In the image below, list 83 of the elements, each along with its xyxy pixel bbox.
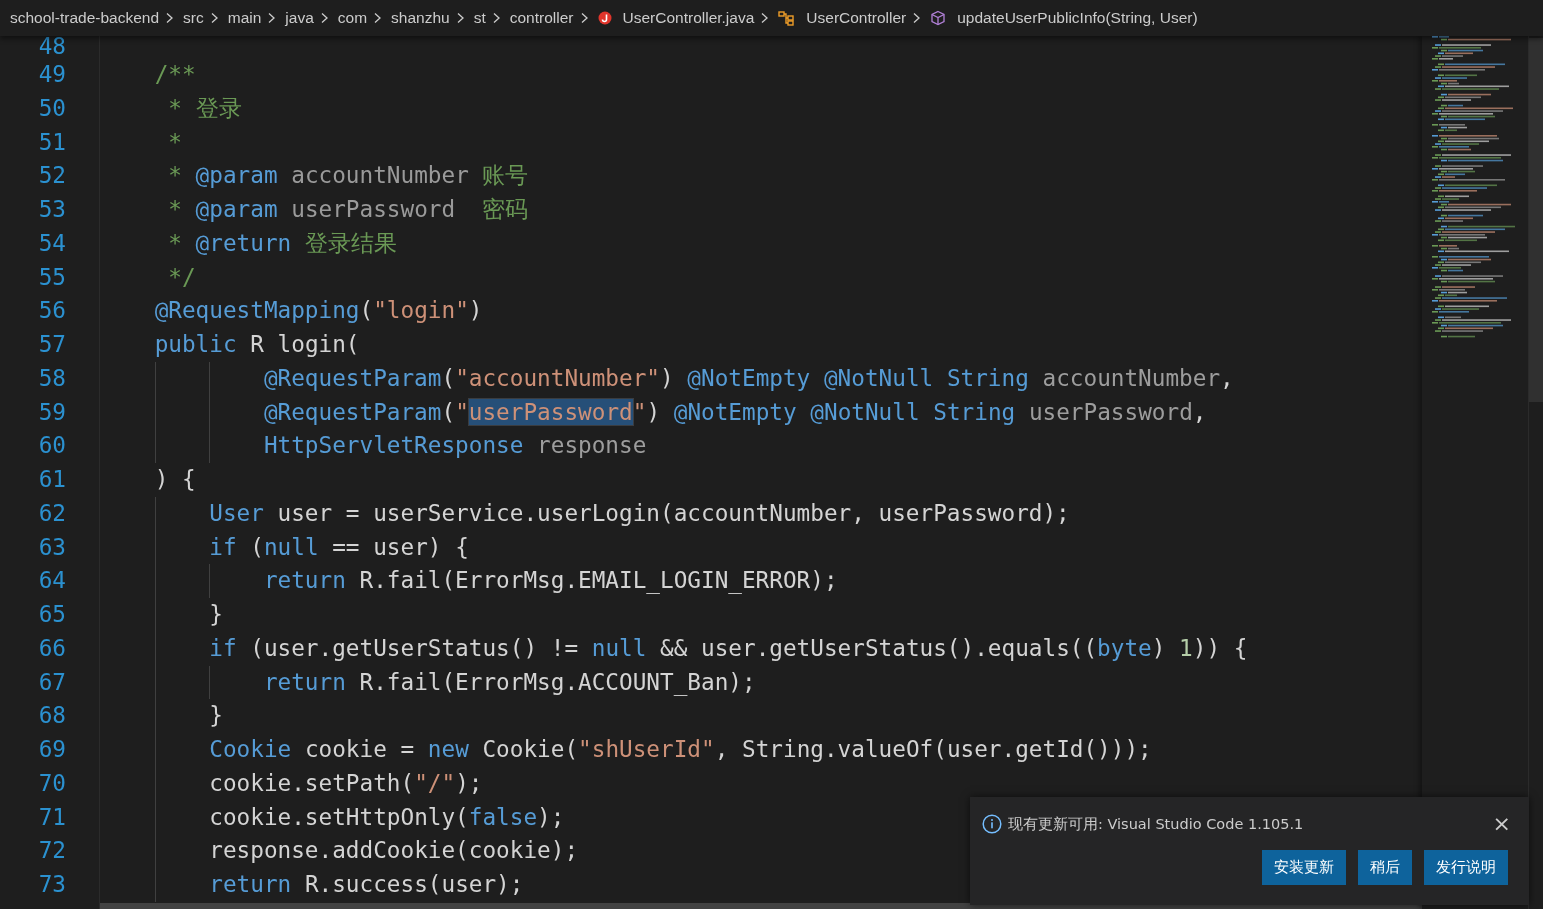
chevron-icon xyxy=(760,12,770,24)
code-line: public R login( xyxy=(154,330,360,359)
chevron-icon xyxy=(319,12,329,24)
code-line: response.addCookie(cookie); xyxy=(209,836,579,866)
scrollbar-thumb[interactable] xyxy=(1529,38,1543,402)
notification-button[interactable]: 稍后 xyxy=(1358,850,1412,885)
line-number: 56 xyxy=(38,297,66,324)
cube-icon xyxy=(930,10,947,26)
code-comment: * 登录 xyxy=(167,93,242,123)
chevron-icon xyxy=(209,12,219,24)
notification-button[interactable]: 安装更新 xyxy=(1262,850,1346,885)
code-line: return R.success(user); xyxy=(209,870,524,899)
chevron-icon xyxy=(373,12,383,24)
code-comment: */ xyxy=(167,262,196,292)
line-number: 67 xyxy=(38,668,66,695)
code-line: ) { xyxy=(154,465,196,494)
line-number: 70 xyxy=(38,769,66,796)
line-number: 62 xyxy=(38,499,66,526)
minimap-drawing[interactable] xyxy=(1432,36,1515,338)
line-number: 63 xyxy=(38,533,66,560)
line-number: 65 xyxy=(38,601,66,627)
breadcrumb-item[interactable]: UserController xyxy=(806,9,907,27)
notification-message: 现有更新可用: Visual Studio Code 1.105.1 xyxy=(1008,814,1305,834)
code-line: cookie.setHttpOnly(false); xyxy=(209,802,565,832)
line-number: 68 xyxy=(38,702,66,729)
breadcrumb-item[interactable]: UserController.java xyxy=(622,9,755,27)
line-number: 57 xyxy=(38,331,66,357)
breadcrumb-item[interactable]: school-trade-backend xyxy=(10,9,160,27)
line-number: 48 xyxy=(38,36,66,59)
code-line: @RequestParam("accountNumber") @NotEmpty @NotNull String accountNumber, xyxy=(263,363,1234,393)
code-line: User user = userService.userLogin(accountNumber, userPassword); xyxy=(209,498,1070,528)
code-comment: /** xyxy=(154,60,196,89)
code-line: } xyxy=(209,701,223,731)
breadcrumb-item[interactable]: st xyxy=(473,9,486,27)
line-number: 59 xyxy=(38,398,66,425)
breadcrumb-item[interactable]: controller xyxy=(509,9,574,27)
breadcrumb-item[interactable]: main xyxy=(227,9,262,27)
line-number: 66 xyxy=(38,634,66,661)
code-line: } xyxy=(209,600,223,629)
chevron-icon xyxy=(165,12,175,24)
code-line: cookie.setPath("/"); xyxy=(209,768,483,798)
info-icon xyxy=(982,814,1002,834)
code-comment: * @param userPassword 密码 xyxy=(167,195,529,224)
line-number: 58 xyxy=(38,364,66,391)
line-number: 61 xyxy=(38,466,66,492)
line-number: 73 xyxy=(38,871,66,897)
line-number: 52 xyxy=(38,162,66,189)
code-line: Cookie cookie = new Cookie("shUserId", String.valueOf(user.getId())); xyxy=(209,735,1152,764)
breadcrumb-item[interactable]: java xyxy=(285,9,314,27)
line-number: 54 xyxy=(38,229,66,256)
code-comment: * @param accountNumber 账号 xyxy=(167,161,529,191)
code-line: @RequestMapping("login") xyxy=(154,296,483,326)
line-number: 60 xyxy=(38,432,66,459)
chevron-icon xyxy=(912,12,922,24)
java-file-icon xyxy=(597,11,612,25)
chevron-icon xyxy=(455,12,465,24)
code-line: return R.fail(ErrorMsg.ACCOUNT_Ban); xyxy=(263,667,756,698)
line-number: 50 xyxy=(38,94,66,121)
class-icon xyxy=(778,10,796,26)
breadcrumb-item[interactable]: updateUserPublicInfo(String, User) xyxy=(957,9,1198,27)
code-line: HttpServletResponse response xyxy=(263,431,647,461)
breadcrumb-item[interactable]: src xyxy=(183,9,204,27)
breadcrumb-item[interactable]: shanzhu xyxy=(391,9,450,27)
line-number: 49 xyxy=(38,61,66,87)
line-number: 64 xyxy=(38,567,66,594)
chevron-icon xyxy=(579,12,589,24)
code-line: return R.fail(ErrorMsg.EMAIL_LOGIN_ERROR); xyxy=(263,566,838,596)
line-number: 71 xyxy=(38,803,66,830)
line-number: 72 xyxy=(38,837,66,864)
line-number: 55 xyxy=(38,263,66,290)
notification-button[interactable]: 发行说明 xyxy=(1424,850,1508,885)
code-line: if (user.getUserStatus() != null && user.getUserStatus().equals((byte) 1)) { xyxy=(209,633,1248,663)
line-number: 51 xyxy=(38,128,66,155)
code-comment: * @return 登录结果 xyxy=(167,228,397,258)
chevron-icon xyxy=(491,12,501,24)
code-line: @RequestParam("userPassword") @NotEmpty @NotNull String userPassword, xyxy=(263,397,1207,427)
code-comment: * xyxy=(167,127,182,157)
line-number: 69 xyxy=(38,736,66,762)
line-number: 53 xyxy=(38,196,66,222)
breadcrumb-item[interactable]: com xyxy=(337,9,368,27)
code-line: if (null == user) { xyxy=(209,532,469,562)
chevron-icon xyxy=(267,12,277,24)
close-button[interactable]: × xyxy=(1486,813,1517,835)
